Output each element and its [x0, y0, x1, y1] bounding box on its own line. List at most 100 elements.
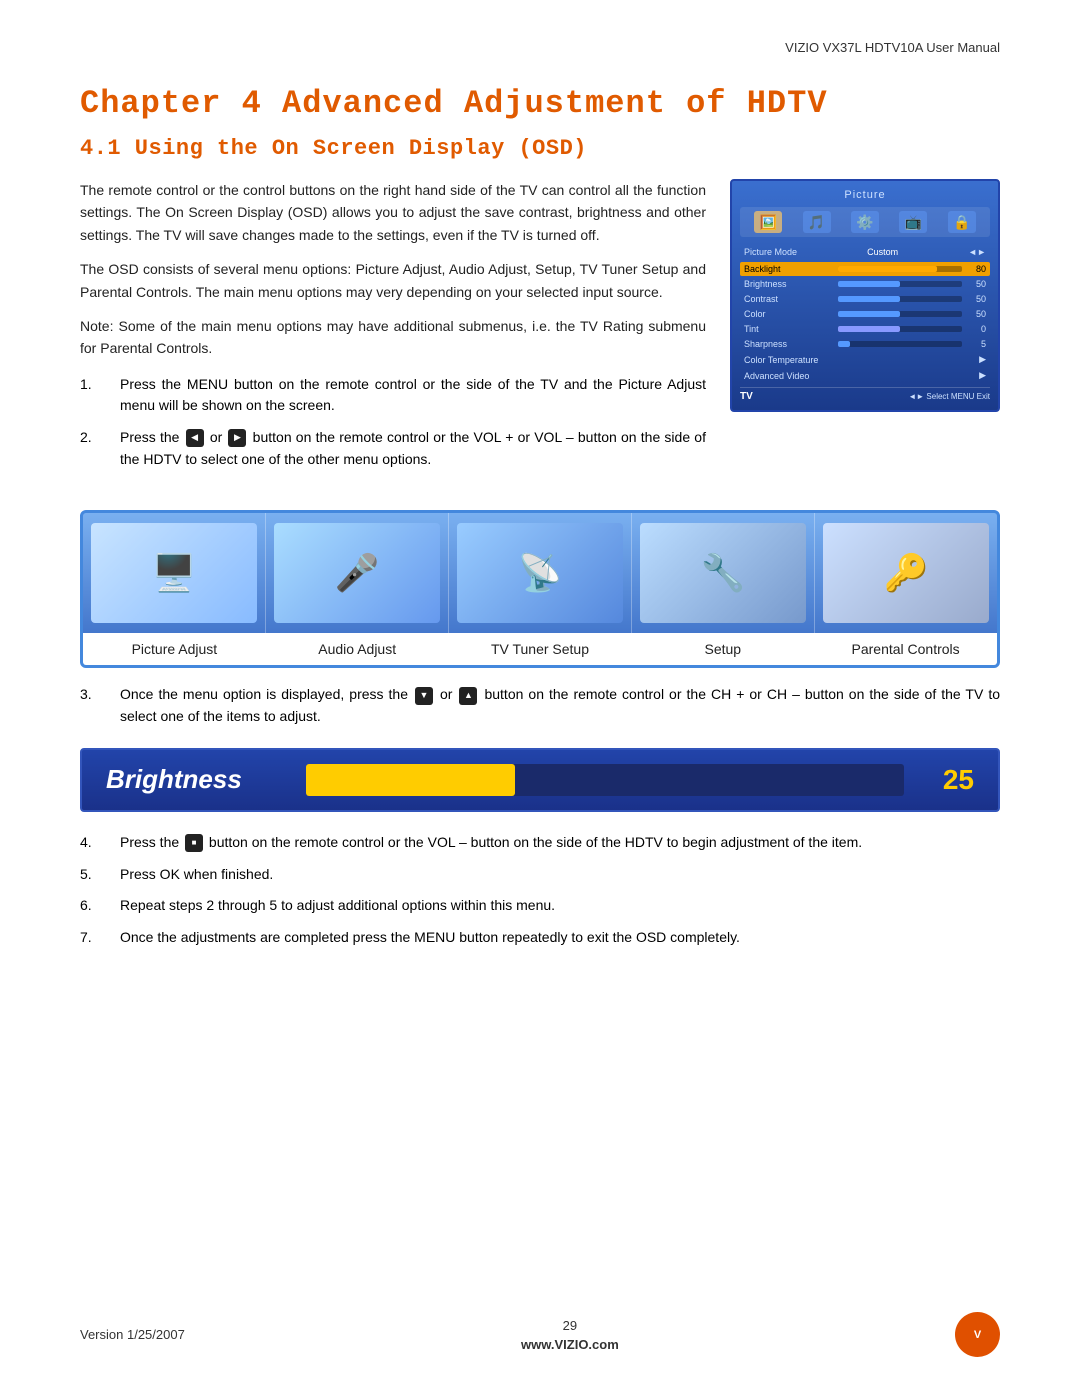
step-5-text: Press OK when finished.	[120, 864, 273, 886]
step-5: 5. Press OK when finished.	[80, 864, 1000, 886]
osd-icon-parental: 🔒	[948, 211, 976, 233]
osd-contrast-label: Contrast	[744, 294, 834, 304]
intro-note: Note: Some of the main menu options may …	[80, 315, 706, 360]
osd-color-label: Color	[744, 309, 834, 319]
brightness-slider	[306, 764, 904, 796]
menu-labels-row: Picture Adjust Audio Adjust TV Tuner Set…	[83, 633, 997, 665]
steps-list: 1. Press the MENU button on the remote c…	[80, 374, 706, 471]
picture-adjust-image: 🖥️	[91, 523, 257, 623]
chapter-title: Chapter 4 Advanced Adjustment of HDTV	[80, 85, 1000, 122]
osd-row-contrast: Contrast 50	[740, 292, 990, 306]
osd-icon-tuner: 📺	[899, 211, 927, 233]
setup-image: 🔧	[640, 523, 806, 623]
osd-icon-picture: 🖼️	[754, 211, 782, 233]
osd-mode-row: Picture Mode Custom ◄►	[740, 245, 990, 259]
step-1-text: Press the MENU button on the remote cont…	[120, 374, 706, 417]
up-button-icon	[459, 687, 477, 705]
step-2-text: Press the or button on the remote contro…	[120, 427, 706, 470]
osd-icon-setup: ⚙️	[851, 211, 879, 233]
step-7-text: Once the adjustments are completed press…	[120, 927, 740, 949]
osd-tint-val: 0	[966, 324, 986, 334]
section-title: 4.1 Using the On Screen Display (OSD)	[80, 136, 1000, 161]
osd-sharpness-bar	[838, 341, 962, 347]
menu-strip: 🖥️ 🎤 📡 🔧 🔑 Picture Adjust Audio Adjust T…	[80, 510, 1000, 668]
step-2-num: 2.	[80, 427, 120, 470]
step-3-list: 3. Once the menu option is displayed, pr…	[80, 684, 1000, 727]
tv-tuner-image: 📡	[457, 523, 623, 623]
square-button-icon	[185, 834, 203, 852]
osd-colortemp-arrow: ▶	[966, 354, 986, 365]
osd-tint-label: Tint	[744, 324, 834, 334]
osd-icons-row: 🖼️ 🎵 ⚙️ 📺 🔒	[740, 207, 990, 237]
step-2: 2. Press the or button on the remote con…	[80, 427, 706, 470]
step-4: 4. Press the button on the remote contro…	[80, 832, 1000, 854]
step-6-text: Repeat steps 2 through 5 to adjust addit…	[120, 895, 555, 917]
osd-colortemp-label: Color Temperature	[744, 355, 834, 365]
osd-sharpness-val: 5	[966, 339, 986, 349]
step-4-text: Press the button on the remote control o…	[120, 832, 862, 854]
osd-row-color: Color 50	[740, 307, 990, 321]
osd-backlight-val: 80	[966, 264, 986, 274]
step-6: 6. Repeat steps 2 through 5 to adjust ad…	[80, 895, 1000, 917]
footer-page-number: 29	[521, 1318, 619, 1333]
step-1: 1. Press the MENU button on the remote c…	[80, 374, 706, 417]
osd-row-sharpness: Sharpness 5	[740, 337, 990, 351]
osd-color-bar	[838, 311, 962, 317]
footer-website: www.VIZIO.com	[521, 1337, 619, 1352]
step-3-num: 3.	[80, 684, 120, 727]
osd-backlight-bar	[838, 266, 962, 272]
osd-brightness-label: Brightness	[744, 279, 834, 289]
osd-advvideo-label: Advanced Video	[744, 371, 834, 381]
step-7: 7. Once the adjustments are completed pr…	[80, 927, 1000, 949]
menu-label-parental: Parental Controls	[814, 641, 997, 657]
osd-bottom-tv: TV	[740, 391, 753, 402]
osd-brightness-val: 50	[966, 279, 986, 289]
step-5-num: 5.	[80, 864, 120, 886]
menu-strip-images: 🖥️ 🎤 📡 🔧 🔑	[83, 513, 997, 633]
step-6-num: 6.	[80, 895, 120, 917]
menu-item-tuner: 📡	[449, 513, 632, 633]
menu-item-parental: 🔑	[815, 513, 997, 633]
intro-para-2: The OSD consists of several menu options…	[80, 258, 706, 303]
vizio-logo: V	[955, 1312, 1000, 1357]
step-3: 3. Once the menu option is displayed, pr…	[80, 684, 1000, 727]
audio-adjust-image: 🎤	[274, 523, 440, 623]
osd-contrast-bar	[838, 296, 962, 302]
osd-sharpness-label: Sharpness	[744, 339, 834, 349]
step-1-num: 1.	[80, 374, 120, 417]
intro-para-1: The remote control or the control button…	[80, 179, 706, 246]
brightness-track	[306, 764, 904, 796]
down-button-icon	[415, 687, 433, 705]
osd-row-colortemp: Color Temperature ▶	[740, 352, 990, 367]
osd-row-tint: Tint 0	[740, 322, 990, 336]
osd-icon-audio: 🎵	[803, 211, 831, 233]
osd-bottom: TV ◄► Select MENU Exit	[740, 387, 990, 402]
brightness-fill	[306, 764, 515, 796]
menu-item-setup: 🔧	[632, 513, 815, 633]
brightness-label: Brightness	[106, 764, 286, 795]
osd-panel-title: Picture	[740, 189, 990, 201]
osd-mode-label: Picture Mode	[744, 247, 797, 257]
right-button-icon	[228, 429, 246, 447]
left-button-icon	[186, 429, 204, 447]
osd-row-backlight: Backlight 80	[740, 262, 990, 276]
step-7-num: 7.	[80, 927, 120, 949]
osd-mode-value: Custom	[867, 247, 898, 257]
osd-contrast-val: 50	[966, 294, 986, 304]
osd-row-brightness: Brightness 50	[740, 277, 990, 291]
step-4-num: 4.	[80, 832, 120, 854]
osd-panel: Picture 🖼️ 🎵 ⚙️ 📺 🔒 Picture Mode Custom …	[730, 179, 1000, 412]
menu-label-setup: Setup	[631, 641, 814, 657]
osd-brightness-bar	[838, 281, 962, 287]
footer-center: 29 www.VIZIO.com	[521, 1318, 619, 1352]
brightness-value: 25	[924, 764, 974, 796]
menu-item-audio: 🎤	[266, 513, 449, 633]
step-3-text: Once the menu option is displayed, press…	[120, 684, 1000, 727]
parental-controls-image: 🔑	[823, 523, 989, 623]
page-footer: Version 1/25/2007 29 www.VIZIO.com V	[80, 1312, 1000, 1357]
menu-item-picture: 🖥️	[83, 513, 266, 633]
osd-backlight-label: Backlight	[744, 264, 834, 274]
menu-label-tuner: TV Tuner Setup	[449, 641, 632, 657]
osd-color-val: 50	[966, 309, 986, 319]
osd-mode-arrow: ◄►	[968, 247, 986, 257]
